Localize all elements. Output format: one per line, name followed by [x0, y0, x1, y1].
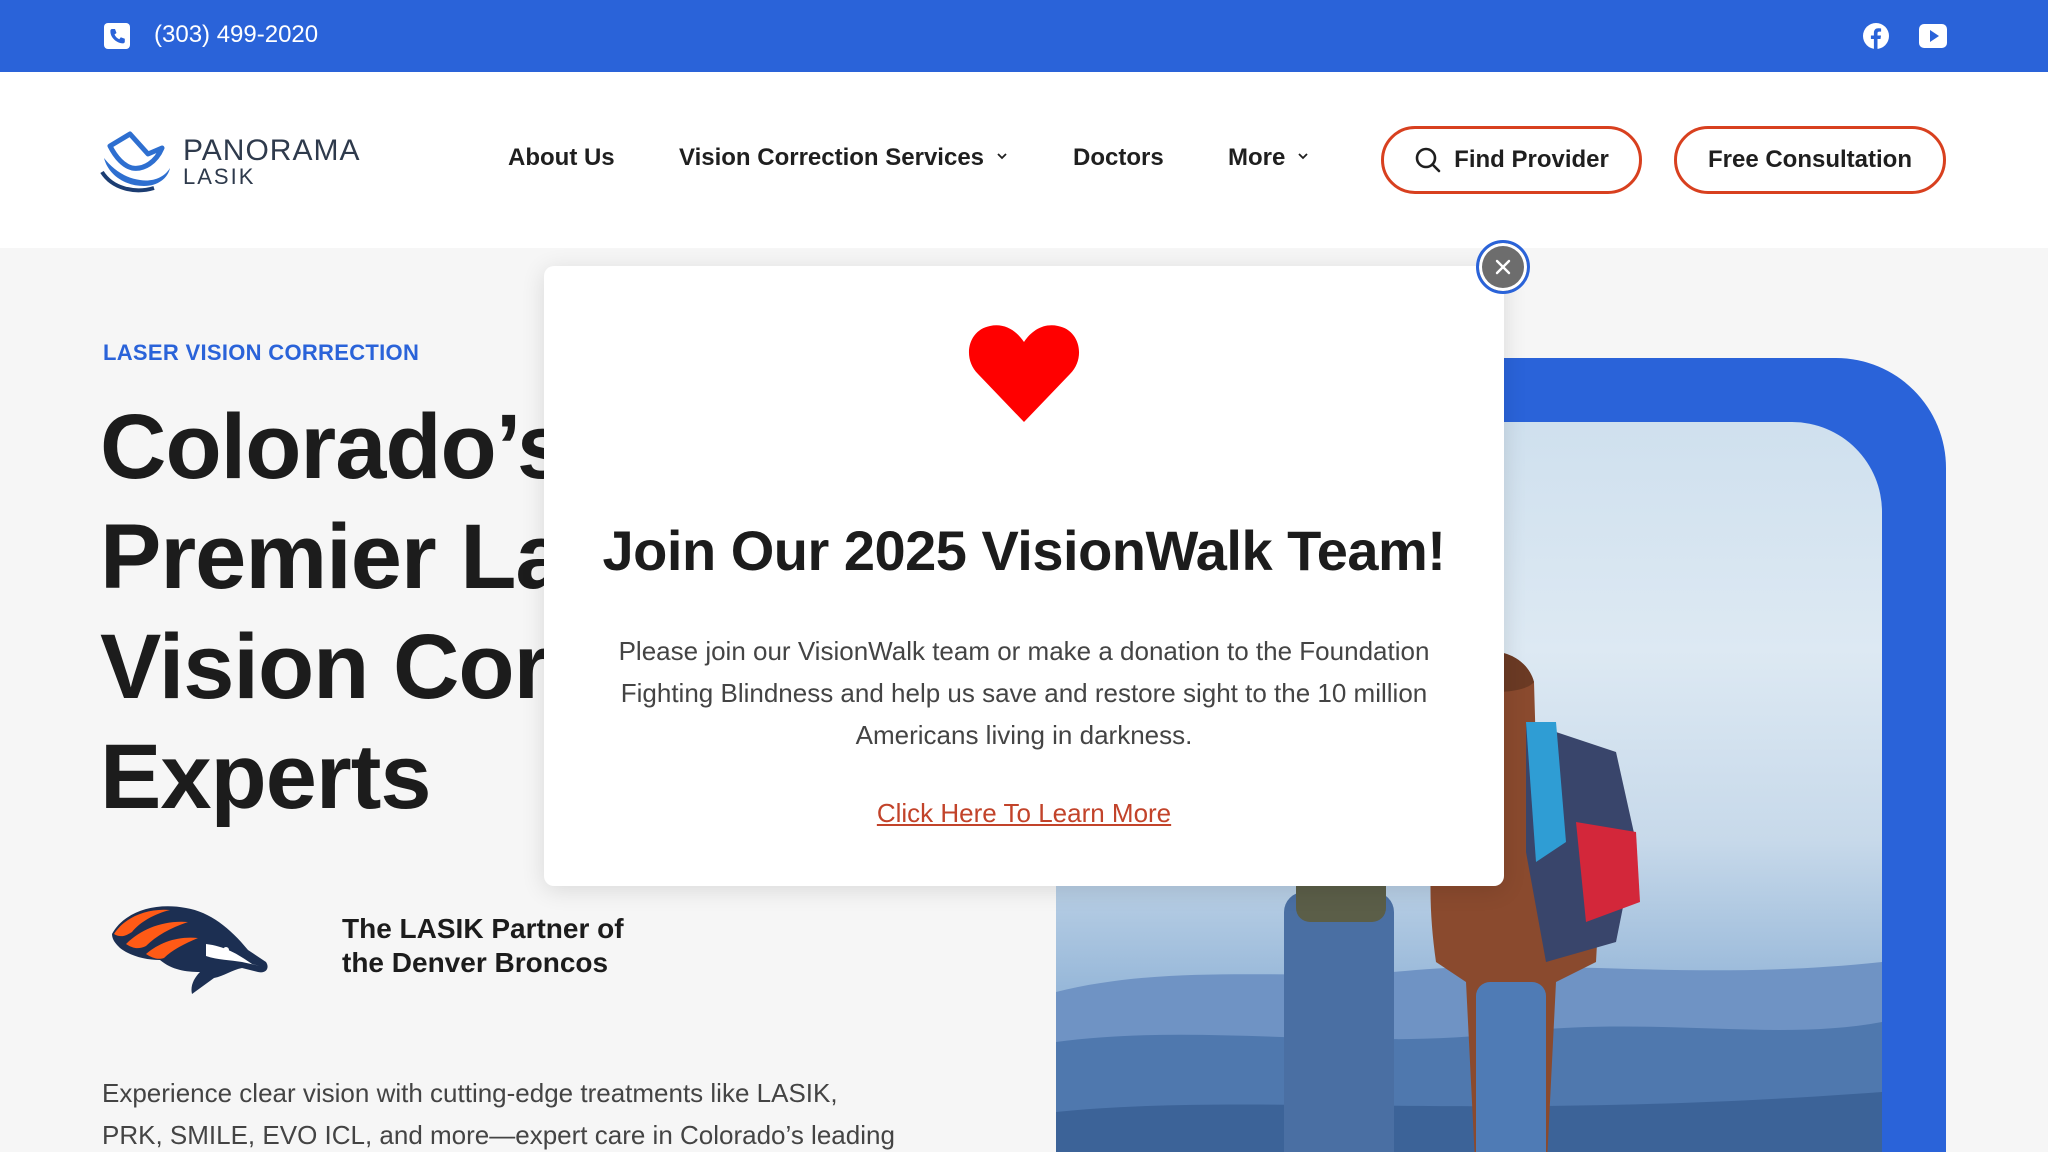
nav-more-label: More	[1228, 144, 1286, 171]
description-line: PRK, SMILE, EVO ICL, and more—expert car…	[102, 1120, 895, 1150]
popup-text-line: Fighting Blindness and help us save and …	[620, 678, 1428, 708]
logo-name: PANORAMA	[183, 134, 361, 167]
nav-more[interactable]: More	[1228, 143, 1309, 173]
nav-doctors[interactable]: Doctors	[1073, 143, 1164, 173]
description-line: Experience clear vision with cutting-edg…	[102, 1078, 838, 1108]
youtube-icon[interactable]	[1918, 22, 1948, 50]
denver-broncos-logo	[112, 906, 268, 994]
popup-text-line: Please join our VisionWalk team or make …	[618, 636, 1430, 666]
nav-vision-label: Vision Correction Services	[679, 144, 985, 171]
panorama-lasik-logo[interactable]: PANORAMA LASIK	[100, 128, 360, 194]
free-consultation-button[interactable]: Free Consultation	[1674, 126, 1946, 194]
learn-more-link[interactable]: Click Here To Learn More	[544, 796, 1504, 830]
heart-icon	[968, 325, 1080, 422]
chevron-down-icon	[1298, 153, 1308, 159]
search-icon	[1415, 147, 1441, 173]
logo-sub: LASIK	[183, 164, 256, 189]
popup-close-button[interactable]	[1476, 240, 1530, 294]
visionwalk-popup: Join Our 2025 VisionWalk Team! Please jo…	[544, 266, 1504, 886]
facebook-icon[interactable]	[1862, 22, 1890, 50]
phone-icon	[104, 23, 130, 49]
partner-line: The LASIK Partner of	[342, 913, 624, 944]
logo-mark-icon	[100, 131, 170, 193]
phone-number-link[interactable]: (303) 499-2020	[154, 20, 318, 50]
nav-vision-correction-services[interactable]: Vision Correction Services	[679, 143, 1008, 173]
nav-about-us[interactable]: About Us	[508, 143, 615, 173]
popup-text-line: Americans living in darkness.	[855, 720, 1193, 750]
broncos-partner-text: The LASIK Partner of the Denver Broncos	[342, 912, 682, 980]
close-icon	[1495, 259, 1511, 275]
free-consultation-label: Free Consultation	[1707, 146, 1912, 173]
hero-eyebrow: LASER VISION CORRECTION	[103, 340, 420, 365]
popup-title: Join Our 2025 VisionWalk Team!	[602, 519, 1446, 582]
find-provider-button[interactable]: Find Provider	[1381, 126, 1642, 194]
find-provider-label: Find Provider	[1454, 146, 1609, 173]
chevron-down-icon	[997, 153, 1007, 159]
hero-description: Experience clear vision with cutting-edg…	[102, 1072, 922, 1152]
popup-text: Please join our VisionWalk team or make …	[604, 630, 1444, 756]
top-bar: (303) 499-2020	[0, 0, 2048, 72]
partner-line: the Denver Broncos	[342, 947, 609, 978]
